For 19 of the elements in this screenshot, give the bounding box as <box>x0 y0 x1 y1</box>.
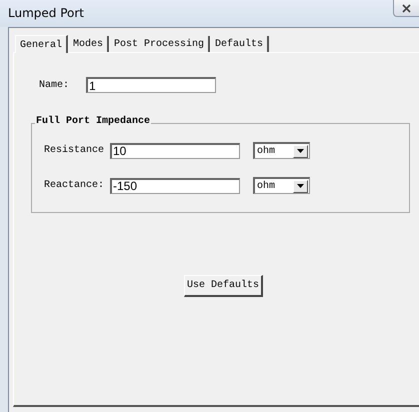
value-field[interactable]: -150 <box>110 178 240 194</box>
tab[interactable]: Post Processing <box>109 36 210 52</box>
window-title: Lumped Port <box>8 6 84 20</box>
tab[interactable]: Defaults <box>210 36 270 52</box>
unit-dropdown[interactable]: ohm <box>253 177 310 194</box>
field-label: Name: <box>38 80 70 90</box>
dropdown-arrow-icon <box>297 149 304 153</box>
field-label: Resistance <box>44 145 106 156</box>
tab[interactable]: General <box>15 35 68 53</box>
unit-dropdown[interactable]: ohm <box>253 142 310 159</box>
group-title: Full Port Impedance <box>35 116 152 127</box>
field-label: Reactance: <box>44 180 106 191</box>
tab[interactable]: Modes <box>68 36 110 52</box>
close-button[interactable] <box>393 0 419 17</box>
close-icon <box>402 4 411 12</box>
name-field[interactable]: 1 <box>86 77 216 93</box>
value-field[interactable]: 10 <box>110 142 240 158</box>
use-defaults-button[interactable]: Use Defaults <box>184 275 264 297</box>
dropdown-arrow-icon <box>297 184 304 188</box>
